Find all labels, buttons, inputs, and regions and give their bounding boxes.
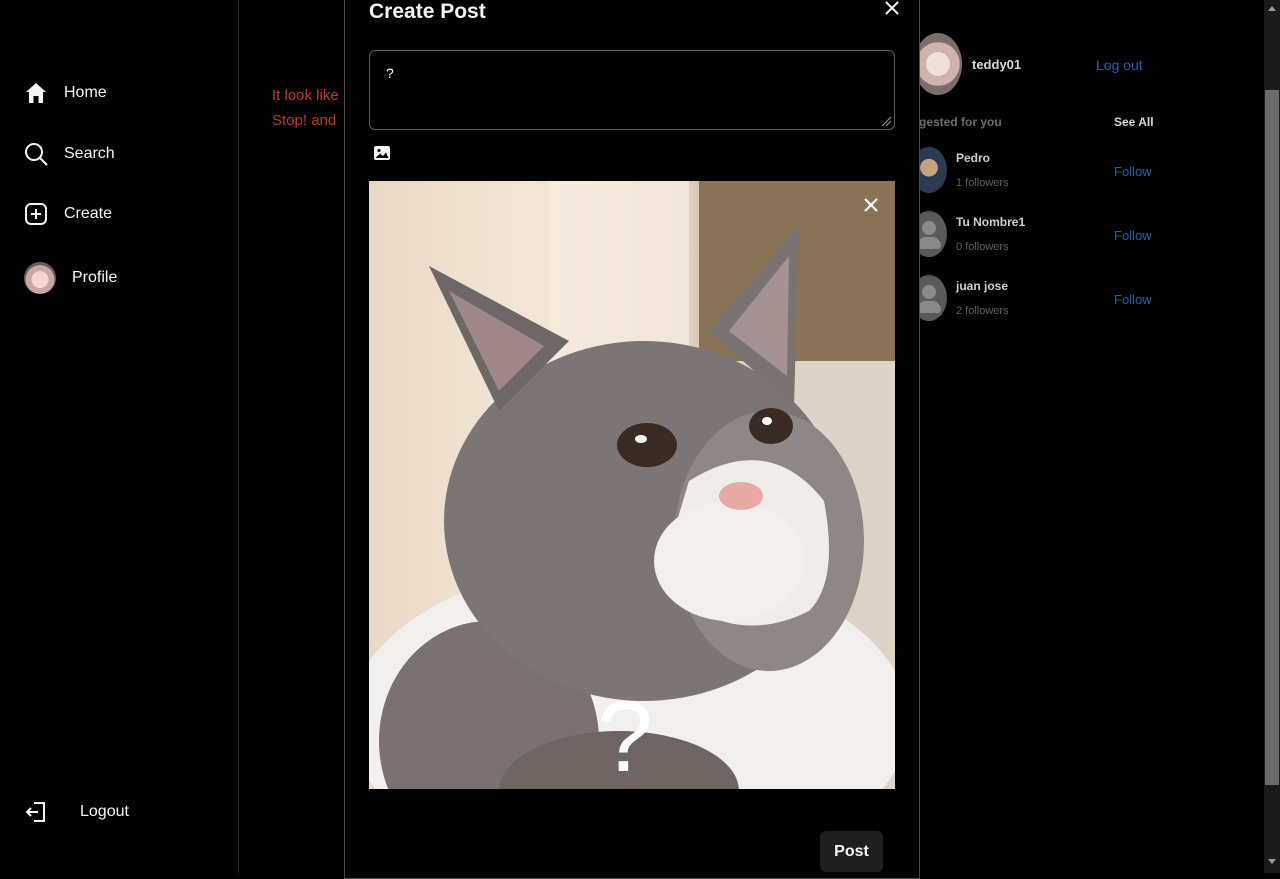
avatar [24, 262, 56, 294]
nav-logout-label: Logout [80, 803, 129, 820]
feed-message-line2: Stop! and [272, 112, 337, 129]
see-all-link[interactable]: See All [1114, 115, 1154, 129]
follow-button[interactable]: Follow [1114, 228, 1152, 243]
logout-link[interactable]: Log out [1096, 57, 1143, 73]
post-text-value: ? [386, 65, 394, 81]
image-preview: ? [369, 181, 895, 789]
feed-message: It look like Stop! and [272, 83, 344, 133]
suggestion-followers: 0 followers [956, 241, 1009, 253]
default-avatar-icon [922, 285, 936, 299]
current-user-name[interactable]: teddy01 [972, 57, 1021, 72]
nav-logout[interactable]: Logout [24, 800, 129, 824]
image-upload-icon[interactable] [373, 145, 391, 161]
scroll-up-arrow-icon[interactable] [1268, 6, 1276, 11]
nav-create[interactable]: Create [24, 202, 112, 226]
nav-search-label: Search [64, 145, 115, 162]
default-avatar-icon [922, 221, 936, 235]
suggestion-name[interactable]: Tu Nombre1 [956, 215, 1025, 229]
home-icon [26, 83, 46, 103]
modal-title: Create Post [369, 0, 486, 23]
suggestions-title: gested for you [919, 115, 1002, 129]
post-button[interactable]: Post [820, 831, 883, 872]
suggestion-name[interactable]: Pedro [956, 151, 990, 165]
feed-message-line1: It look like [272, 87, 339, 104]
nav-create-label: Create [64, 205, 113, 222]
scrollbar-thumb[interactable] [1265, 90, 1279, 785]
suggestion-followers: 2 followers [956, 305, 1009, 317]
nav-profile-label: Profile [72, 269, 118, 286]
close-icon[interactable] [881, 0, 903, 19]
scroll-down-arrow-icon[interactable] [1268, 859, 1276, 864]
post-text-input[interactable]: ? [369, 50, 895, 130]
sidebar: Home Search Create Profile Logout [0, 0, 239, 873]
current-user-avatar[interactable] [914, 33, 962, 95]
cat-photo: ? [369, 181, 895, 789]
nav-home-label: Home [64, 84, 107, 101]
suggestion-name[interactable]: juan jose [956, 279, 1008, 293]
remove-image-icon[interactable] [861, 195, 881, 215]
nav-search[interactable]: Search [24, 142, 115, 166]
follow-button[interactable]: Follow [1114, 292, 1152, 307]
right-column: teddy01 Log out gested for you See All P… [911, 0, 1264, 873]
nav-home[interactable]: Home [24, 81, 107, 105]
scrollbar[interactable] [1264, 0, 1280, 873]
logout-icon [25, 802, 45, 822]
follow-button[interactable]: Follow [1114, 164, 1152, 179]
image-caption: ? [597, 681, 653, 789]
resize-grip-icon[interactable] [880, 115, 892, 127]
nav-profile[interactable]: Profile [24, 262, 117, 294]
suggestion-followers: 1 followers [956, 177, 1009, 189]
create-post-modal: Create Post ? ? Post [344, 0, 920, 879]
plus-square-icon [25, 203, 47, 225]
search-icon [25, 143, 48, 166]
